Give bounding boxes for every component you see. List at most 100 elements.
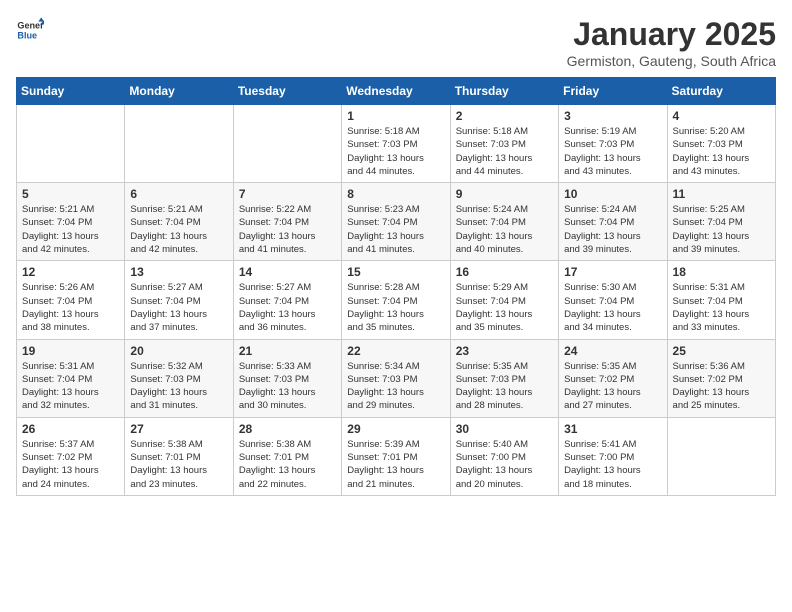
weekday-header-row: SundayMondayTuesdayWednesdayThursdayFrid… (17, 78, 776, 105)
day-cell: 4Sunrise: 5:20 AM Sunset: 7:03 PM Daylig… (667, 105, 775, 183)
day-number: 28 (239, 422, 336, 436)
day-info: Sunrise: 5:24 AM Sunset: 7:04 PM Dayligh… (456, 203, 553, 256)
day-number: 21 (239, 344, 336, 358)
month-title: January 2025 (567, 16, 776, 53)
day-cell: 15 Sunrise: 5:28 AM Sunset: 7:04 PM Dayli… (342, 261, 450, 339)
day-cell: 26Sunrise: 5:37 AM Sunset: 7:02 PM Dayli… (17, 417, 125, 495)
day-number: 17 (564, 265, 661, 279)
day-number: 23 (456, 344, 553, 358)
day-info: Sunrise: 5:18 AM Sunset: 7:03 PM Dayligh… (347, 125, 444, 178)
day-number: 19 (22, 344, 119, 358)
day-info: Sunrise: 5:34 AM Sunset: 7:03 PM Dayligh… (347, 360, 444, 413)
day-cell (125, 105, 233, 183)
day-number: 12 (22, 265, 119, 279)
day-info: Sunrise: 5:22 AM Sunset: 7:04 PM Dayligh… (239, 203, 336, 256)
day-info: Sunrise: 5:23 AM Sunset: 7:04 PM Dayligh… (347, 203, 444, 256)
day-number: 18 (673, 265, 770, 279)
day-number: 3 (564, 109, 661, 123)
day-number: 7 (239, 187, 336, 201)
day-info: Sunrise: 5:19 AM Sunset: 7:03 PM Dayligh… (564, 125, 661, 178)
day-number: 24 (564, 344, 661, 358)
weekday-header-monday: Monday (125, 78, 233, 105)
day-info: Sunrise: 5:32 AM Sunset: 7:03 PM Dayligh… (130, 360, 227, 413)
day-cell: 27 Sunrise: 5:38 AM Sunset: 7:01 PM Dayli… (125, 417, 233, 495)
day-number: 30 (456, 422, 553, 436)
day-cell: 31 Sunrise: 5:41 AM Sunset: 7:00 PM Dayli… (559, 417, 667, 495)
day-cell: 16 Sunrise: 5:29 AM Sunset: 7:04 PM Dayli… (450, 261, 558, 339)
day-info: Sunrise: 5:31 AM Sunset: 7:04 PM Dayligh… (22, 360, 119, 413)
day-number: 15 (347, 265, 444, 279)
day-info: Sunrise: 5:36 AM Sunset: 7:02 PM Dayligh… (673, 360, 770, 413)
day-info: Sunrise: 5:18 AM Sunset: 7:03 PM Dayligh… (456, 125, 553, 178)
day-number: 16 (456, 265, 553, 279)
day-cell: 17 Sunrise: 5:30 AM Sunset: 7:04 PM Dayli… (559, 261, 667, 339)
day-cell: 24 Sunrise: 5:35 AM Sunset: 7:02 PM Dayli… (559, 339, 667, 417)
day-cell: 22 Sunrise: 5:34 AM Sunset: 7:03 PM Dayli… (342, 339, 450, 417)
day-cell: 19 Sunrise: 5:31 AM Sunset: 7:04 PM Dayli… (17, 339, 125, 417)
day-cell: 25 Sunrise: 5:36 AM Sunset: 7:02 PM Dayli… (667, 339, 775, 417)
weekday-header-thursday: Thursday (450, 78, 558, 105)
day-info: Sunrise: 5:37 AM Sunset: 7:02 PM Dayligh… (22, 438, 119, 491)
day-info: Sunrise: 5:38 AM Sunset: 7:01 PM Dayligh… (130, 438, 227, 491)
weekday-header-wednesday: Wednesday (342, 78, 450, 105)
day-cell: 20 Sunrise: 5:32 AM Sunset: 7:03 PM Dayli… (125, 339, 233, 417)
week-row-3: 12 Sunrise: 5:26 AM Sunset: 7:04 PM Dayli… (17, 261, 776, 339)
day-info: Sunrise: 5:35 AM Sunset: 7:02 PM Dayligh… (564, 360, 661, 413)
day-cell: 13Sunrise: 5:27 AM Sunset: 7:04 PM Dayli… (125, 261, 233, 339)
day-info: Sunrise: 5:40 AM Sunset: 7:00 PM Dayligh… (456, 438, 553, 491)
day-cell: 3 Sunrise: 5:19 AM Sunset: 7:03 PM Daylig… (559, 105, 667, 183)
day-info: Sunrise: 5:21 AM Sunset: 7:04 PM Dayligh… (22, 203, 119, 256)
week-row-5: 26Sunrise: 5:37 AM Sunset: 7:02 PM Dayli… (17, 417, 776, 495)
day-cell: 5Sunrise: 5:21 AM Sunset: 7:04 PM Daylig… (17, 183, 125, 261)
day-cell: 1 Sunrise: 5:18 AM Sunset: 7:03 PM Daylig… (342, 105, 450, 183)
day-info: Sunrise: 5:33 AM Sunset: 7:03 PM Dayligh… (239, 360, 336, 413)
day-info: Sunrise: 5:35 AM Sunset: 7:03 PM Dayligh… (456, 360, 553, 413)
day-cell: 12 Sunrise: 5:26 AM Sunset: 7:04 PM Dayli… (17, 261, 125, 339)
day-number: 2 (456, 109, 553, 123)
day-cell: 2 Sunrise: 5:18 AM Sunset: 7:03 PM Daylig… (450, 105, 558, 183)
day-number: 25 (673, 344, 770, 358)
day-cell: 28 Sunrise: 5:38 AM Sunset: 7:01 PM Dayli… (233, 417, 341, 495)
day-info: Sunrise: 5:38 AM Sunset: 7:01 PM Dayligh… (239, 438, 336, 491)
day-cell: 11 Sunrise: 5:25 AM Sunset: 7:04 PM Dayli… (667, 183, 775, 261)
day-number: 31 (564, 422, 661, 436)
day-cell (667, 417, 775, 495)
day-number: 1 (347, 109, 444, 123)
day-number: 20 (130, 344, 227, 358)
page-header: General Blue January 2025 Germiston, Gau… (16, 16, 776, 69)
svg-text:General: General (17, 21, 44, 31)
day-info: Sunrise: 5:24 AM Sunset: 7:04 PM Dayligh… (564, 203, 661, 256)
day-number: 27 (130, 422, 227, 436)
day-number: 11 (673, 187, 770, 201)
day-cell: 14Sunrise: 5:27 AM Sunset: 7:04 PM Dayli… (233, 261, 341, 339)
day-cell (17, 105, 125, 183)
day-info: Sunrise: 5:21 AM Sunset: 7:04 PM Dayligh… (130, 203, 227, 256)
day-info: Sunrise: 5:39 AM Sunset: 7:01 PM Dayligh… (347, 438, 444, 491)
weekday-header-saturday: Saturday (667, 78, 775, 105)
day-info: Sunrise: 5:27 AM Sunset: 7:04 PM Dayligh… (130, 281, 227, 334)
weekday-header-sunday: Sunday (17, 78, 125, 105)
day-info: Sunrise: 5:31 AM Sunset: 7:04 PM Dayligh… (673, 281, 770, 334)
day-info: Sunrise: 5:30 AM Sunset: 7:04 PM Dayligh… (564, 281, 661, 334)
day-cell: 30 Sunrise: 5:40 AM Sunset: 7:00 PM Dayli… (450, 417, 558, 495)
day-info: Sunrise: 5:25 AM Sunset: 7:04 PM Dayligh… (673, 203, 770, 256)
week-row-1: 1 Sunrise: 5:18 AM Sunset: 7:03 PM Daylig… (17, 105, 776, 183)
day-info: Sunrise: 5:29 AM Sunset: 7:04 PM Dayligh… (456, 281, 553, 334)
logo: General Blue (16, 16, 44, 44)
day-info: Sunrise: 5:41 AM Sunset: 7:00 PM Dayligh… (564, 438, 661, 491)
day-number: 9 (456, 187, 553, 201)
logo-icon: General Blue (16, 16, 44, 44)
day-number: 14 (239, 265, 336, 279)
day-number: 8 (347, 187, 444, 201)
title-block: January 2025 Germiston, Gauteng, South A… (567, 16, 776, 69)
day-cell (233, 105, 341, 183)
day-cell: 6 Sunrise: 5:21 AM Sunset: 7:04 PM Daylig… (125, 183, 233, 261)
day-number: 22 (347, 344, 444, 358)
day-info: Sunrise: 5:28 AM Sunset: 7:04 PM Dayligh… (347, 281, 444, 334)
week-row-2: 5Sunrise: 5:21 AM Sunset: 7:04 PM Daylig… (17, 183, 776, 261)
location-subtitle: Germiston, Gauteng, South Africa (567, 53, 776, 69)
day-info: Sunrise: 5:26 AM Sunset: 7:04 PM Dayligh… (22, 281, 119, 334)
day-number: 6 (130, 187, 227, 201)
day-cell: 7 Sunrise: 5:22 AM Sunset: 7:04 PM Daylig… (233, 183, 341, 261)
day-cell: 8 Sunrise: 5:23 AM Sunset: 7:04 PM Daylig… (342, 183, 450, 261)
